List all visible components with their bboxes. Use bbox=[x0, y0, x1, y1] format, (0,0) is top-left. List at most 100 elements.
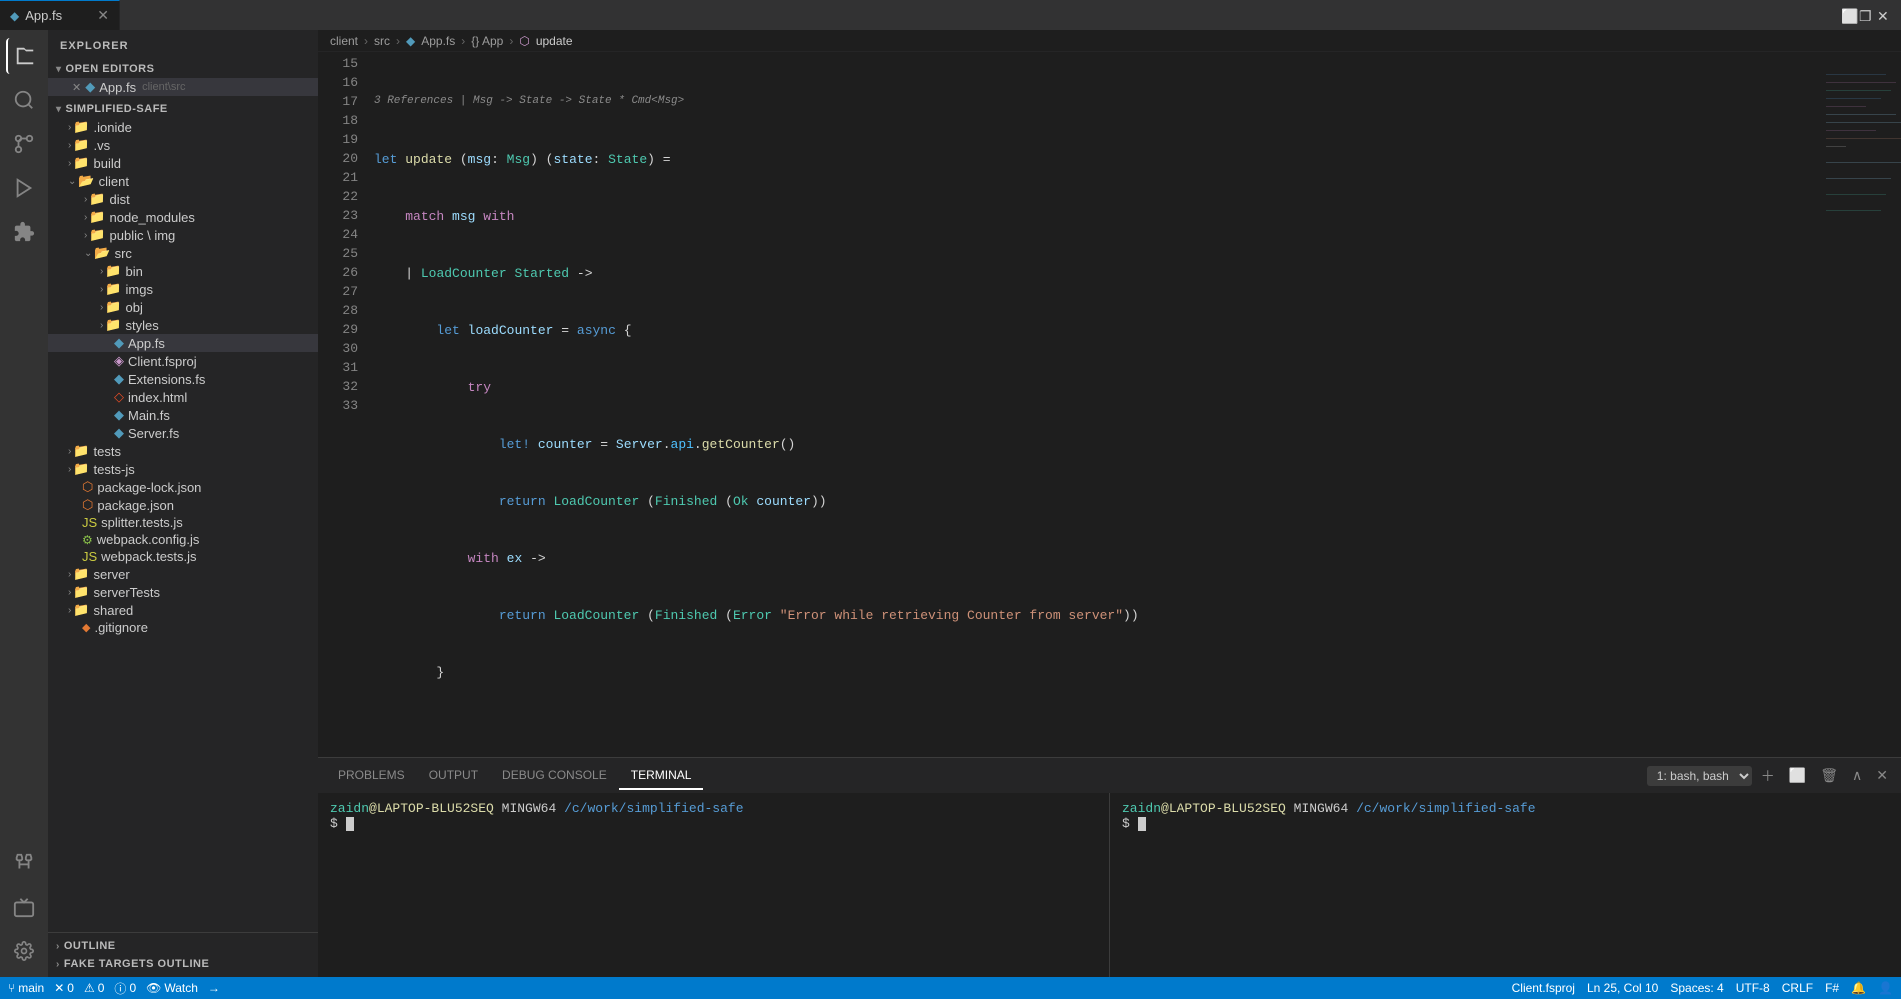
tree-item-bin[interactable]: › 📁 bin bbox=[48, 262, 318, 280]
maximize-panel-button[interactable]: ∧ bbox=[1847, 764, 1867, 787]
tree-item-vs[interactable]: › 📁 .vs bbox=[48, 136, 318, 154]
tree-item-indexhtml[interactable]: ◇ index.html bbox=[48, 388, 318, 406]
tree-item-public-img[interactable]: › 📁 public \ img bbox=[48, 226, 318, 244]
tree-label: server bbox=[94, 567, 130, 582]
tree-item-webpacktestsjs[interactable]: JS webpack.tests.js bbox=[48, 548, 318, 565]
file-json-icon: ⬡ bbox=[82, 497, 93, 513]
tree-item-client[interactable]: ⌄ 📂 client bbox=[48, 172, 318, 190]
terminal-pane-1[interactable]: zaidn@LAPTOP-BLU52SEQ MINGW64 /c/work/si… bbox=[318, 793, 1109, 977]
code-editor[interactable]: 15 16 17 18 19 20 21 22 23 24 25 26 27 2… bbox=[318, 52, 1901, 757]
status-project[interactable]: Client.fsproj bbox=[1512, 981, 1575, 995]
open-file-item[interactable]: ✕ ◆ App.fs client\src bbox=[48, 78, 318, 96]
status-language[interactable]: F# bbox=[1825, 981, 1839, 995]
tab-debug-console[interactable]: DEBUG CONSOLE bbox=[490, 762, 619, 790]
panel-actions: 1: bash, bash ＋ ⬜ 🗑 ∧ ✕ bbox=[1647, 763, 1893, 789]
terminal-line-3: zaidn@LAPTOP-BLU52SEQ MINGW64 /c/work/si… bbox=[1122, 801, 1889, 816]
breadcrumb-client[interactable]: client bbox=[330, 34, 358, 48]
tree-item-node-modules[interactable]: › 📁 node_modules bbox=[48, 208, 318, 226]
tree-item-packagejson[interactable]: ⬡ package.json bbox=[48, 496, 318, 514]
code-content[interactable]: 3 References | Msg -> State -> State * C… bbox=[366, 52, 1821, 757]
explorer-icon[interactable] bbox=[6, 38, 42, 74]
tree-item-shared[interactable]: › 📁 shared bbox=[48, 601, 318, 619]
breadcrumb-sep2: › bbox=[396, 34, 400, 48]
status-info[interactable]: ⓘ 0 bbox=[114, 980, 136, 997]
tab-close-button[interactable]: ✕ bbox=[97, 7, 109, 24]
editor-tab-appfs[interactable]: ◆ App.fs ✕ bbox=[0, 0, 120, 30]
file-js-icon: JS bbox=[82, 549, 97, 564]
extensions-icon[interactable] bbox=[6, 214, 42, 250]
breadcrumb-src[interactable]: src bbox=[374, 34, 390, 48]
chevron-right-icon: › bbox=[84, 194, 87, 205]
folder-open-icon: 📂 bbox=[94, 245, 110, 261]
folder-icon: 📁 bbox=[89, 227, 105, 243]
tree-item-extensionsfs[interactable]: ◆ Extensions.fs bbox=[48, 370, 318, 388]
settings-icon[interactable] bbox=[6, 933, 42, 969]
close-button[interactable]: ✕ bbox=[1877, 8, 1891, 22]
tree-item-packagelockjson[interactable]: ⬡ package-lock.json bbox=[48, 478, 318, 496]
tab-problems[interactable]: PROBLEMS bbox=[326, 762, 417, 790]
remote-icon[interactable] bbox=[6, 889, 42, 925]
tree-item-serverfs[interactable]: ◆ Server.fs bbox=[48, 424, 318, 442]
status-notifications[interactable]: 🔔 bbox=[1851, 981, 1866, 995]
tab-output[interactable]: OUTPUT bbox=[417, 762, 490, 790]
breadcrumb-update[interactable]: update bbox=[536, 34, 573, 48]
status-encoding[interactable]: UTF-8 bbox=[1736, 981, 1770, 995]
status-position[interactable]: Ln 25, Col 10 bbox=[1587, 981, 1658, 995]
sidebar-bottom: › OUTLINE › FAKE TARGETS OUTLINE bbox=[48, 932, 318, 977]
breadcrumb: client › src › ◆ App.fs › {} App › ⬡ upd… bbox=[318, 30, 1901, 52]
tree-item-webpackconfigjs[interactable]: ⚙ webpack.config.js bbox=[48, 531, 318, 548]
tree-item-build[interactable]: › 📁 build bbox=[48, 154, 318, 172]
debug-icon[interactable] bbox=[6, 170, 42, 206]
status-errors[interactable]: ✕ 0 bbox=[54, 981, 74, 995]
split-terminal-button[interactable]: ⬜ bbox=[1784, 764, 1811, 787]
terminal-pane-2[interactable]: zaidn@LAPTOP-BLU52SEQ MINGW64 /c/work/si… bbox=[1109, 793, 1901, 977]
tab-terminal[interactable]: TERMINAL bbox=[619, 762, 704, 790]
terminal-selector[interactable]: 1: bash, bash bbox=[1647, 766, 1752, 786]
tree-item-obj[interactable]: › 📁 obj bbox=[48, 298, 318, 316]
split-editor-button[interactable]: ⬜ bbox=[1841, 8, 1855, 22]
tree-label: shared bbox=[94, 603, 134, 618]
status-warnings[interactable]: ⚠ 0 bbox=[84, 981, 104, 995]
tree-item-tests[interactable]: › 📁 tests bbox=[48, 442, 318, 460]
folder-icon: 📁 bbox=[89, 191, 105, 207]
breadcrumb-app[interactable]: {} App bbox=[471, 34, 503, 48]
status-bar: ⑂ main ✕ 0 ⚠ 0 ⓘ 0 👁 Watch → Client.fspr… bbox=[0, 977, 1901, 999]
source-control-icon[interactable] bbox=[6, 126, 42, 162]
folder-icon: 📁 bbox=[73, 443, 89, 459]
tree-item-gitignore[interactable]: ◆ .gitignore bbox=[48, 619, 318, 636]
status-eol[interactable]: CRLF bbox=[1782, 981, 1813, 995]
fake-targets-header[interactable]: › FAKE TARGETS OUTLINE bbox=[48, 955, 318, 973]
status-branch[interactable]: ⑂ main bbox=[8, 981, 44, 995]
tree-item-imgs[interactable]: › 📁 imgs bbox=[48, 280, 318, 298]
tree-item-appfs[interactable]: ◆ App.fs bbox=[48, 334, 318, 352]
tree-item-servertests[interactable]: › 📁 serverTests bbox=[48, 583, 318, 601]
project-header[interactable]: ▾ SIMPLIFIED-SAFE bbox=[48, 100, 318, 118]
breadcrumb-appfs[interactable]: App.fs bbox=[421, 34, 455, 48]
terminal-path-1: /c/work/simplified-safe bbox=[564, 801, 743, 816]
add-terminal-button[interactable]: ＋ bbox=[1756, 763, 1780, 789]
tree-label: src bbox=[115, 246, 132, 261]
tree-item-mainfs[interactable]: ◆ Main.fs bbox=[48, 406, 318, 424]
status-arrow[interactable]: → bbox=[208, 981, 220, 995]
tree-item-testsjs[interactable]: › 📁 tests-js bbox=[48, 460, 318, 478]
status-spaces[interactable]: Spaces: 4 bbox=[1670, 981, 1723, 995]
maximize-button[interactable]: ❐ bbox=[1859, 8, 1873, 22]
close-file-icon[interactable]: ✕ bbox=[72, 81, 81, 94]
open-editors-header[interactable]: ▾ OPEN EDITORS bbox=[48, 60, 318, 78]
status-account[interactable]: 👤 bbox=[1878, 981, 1893, 995]
close-panel-button[interactable]: ✕ bbox=[1871, 764, 1893, 787]
tree-item-clientfsproj[interactable]: ◈ Client.fsproj bbox=[48, 352, 318, 370]
tree-item-src[interactable]: ⌄ 📂 src bbox=[48, 244, 318, 262]
terminal-line-4: $ bbox=[1122, 816, 1889, 831]
search-icon[interactable] bbox=[6, 82, 42, 118]
tree-item-ionide[interactable]: › 📁 .ionide bbox=[48, 118, 318, 136]
tree-item-server[interactable]: › 📁 server bbox=[48, 565, 318, 583]
outline-header[interactable]: › OUTLINE bbox=[48, 937, 318, 955]
chevron-right-icon: › bbox=[68, 446, 71, 457]
tree-item-dist[interactable]: › 📁 dist bbox=[48, 190, 318, 208]
tree-item-splittertestsjs[interactable]: JS splitter.tests.js bbox=[48, 514, 318, 531]
tree-item-styles[interactable]: › 📁 styles bbox=[48, 316, 318, 334]
testing-icon[interactable] bbox=[6, 845, 42, 881]
status-watch[interactable]: 👁 Watch bbox=[146, 981, 198, 995]
kill-terminal-button[interactable]: 🗑 bbox=[1815, 764, 1843, 787]
